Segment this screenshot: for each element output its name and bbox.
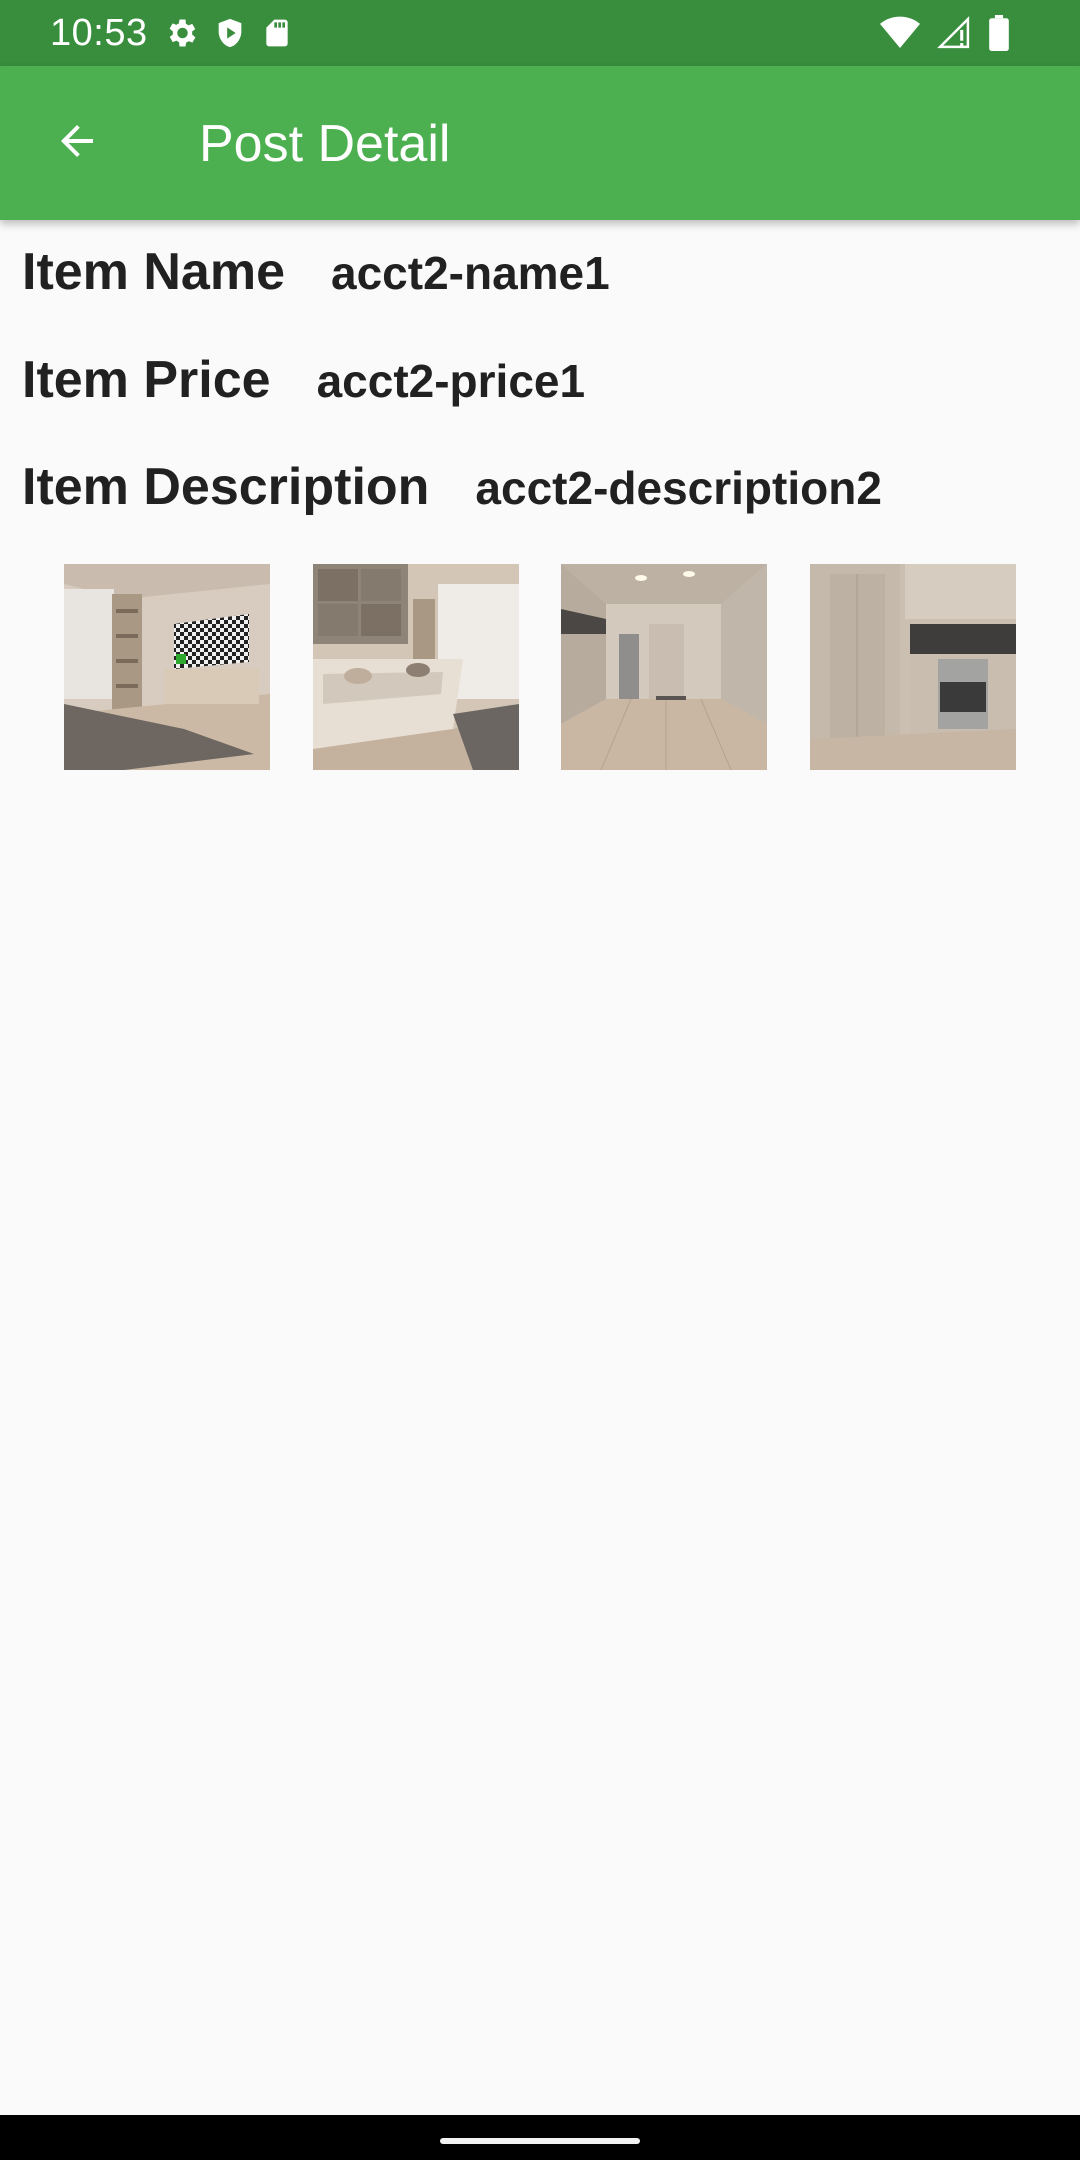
item-price-label: Item Price xyxy=(22,351,271,409)
living-room-sofa-thumbnail[interactable] xyxy=(313,564,519,770)
item-description-row: Item Description acct2-description2 xyxy=(22,457,882,517)
sd-card-icon xyxy=(261,15,293,51)
item-name-value: acct2-name1 xyxy=(331,247,610,299)
item-name-row: Item Name acct2-name1 xyxy=(22,242,610,302)
item-description-label: Item Description xyxy=(22,458,430,516)
arrow-back-icon xyxy=(53,117,101,170)
item-price-value: acct2-price1 xyxy=(316,355,586,407)
image-gallery xyxy=(0,564,1080,770)
back-button[interactable] xyxy=(44,110,110,176)
battery-icon xyxy=(988,15,1010,51)
living-room-tv-thumbnail[interactable] xyxy=(64,564,270,770)
kitchen-stove-thumbnail[interactable] xyxy=(810,564,1016,770)
item-name-label: Item Name xyxy=(22,243,285,301)
shield-icon xyxy=(213,15,247,51)
wifi-icon xyxy=(880,16,920,50)
page-title: Post Detail xyxy=(199,115,451,173)
item-description-value: acct2-description2 xyxy=(475,462,882,514)
status-bar: 10:53 xyxy=(0,0,1080,66)
app-bar: Post Detail xyxy=(0,66,1080,220)
home-gesture-handle[interactable] xyxy=(440,2138,640,2144)
system-navigation-bar xyxy=(0,2115,1080,2160)
status-time: 10:53 xyxy=(50,12,148,54)
cell-signal-icon xyxy=(936,16,972,50)
item-price-row: Item Price acct2-price1 xyxy=(22,350,585,410)
kitchen-hallway-thumbnail[interactable] xyxy=(561,564,767,770)
settings-icon xyxy=(163,15,199,51)
